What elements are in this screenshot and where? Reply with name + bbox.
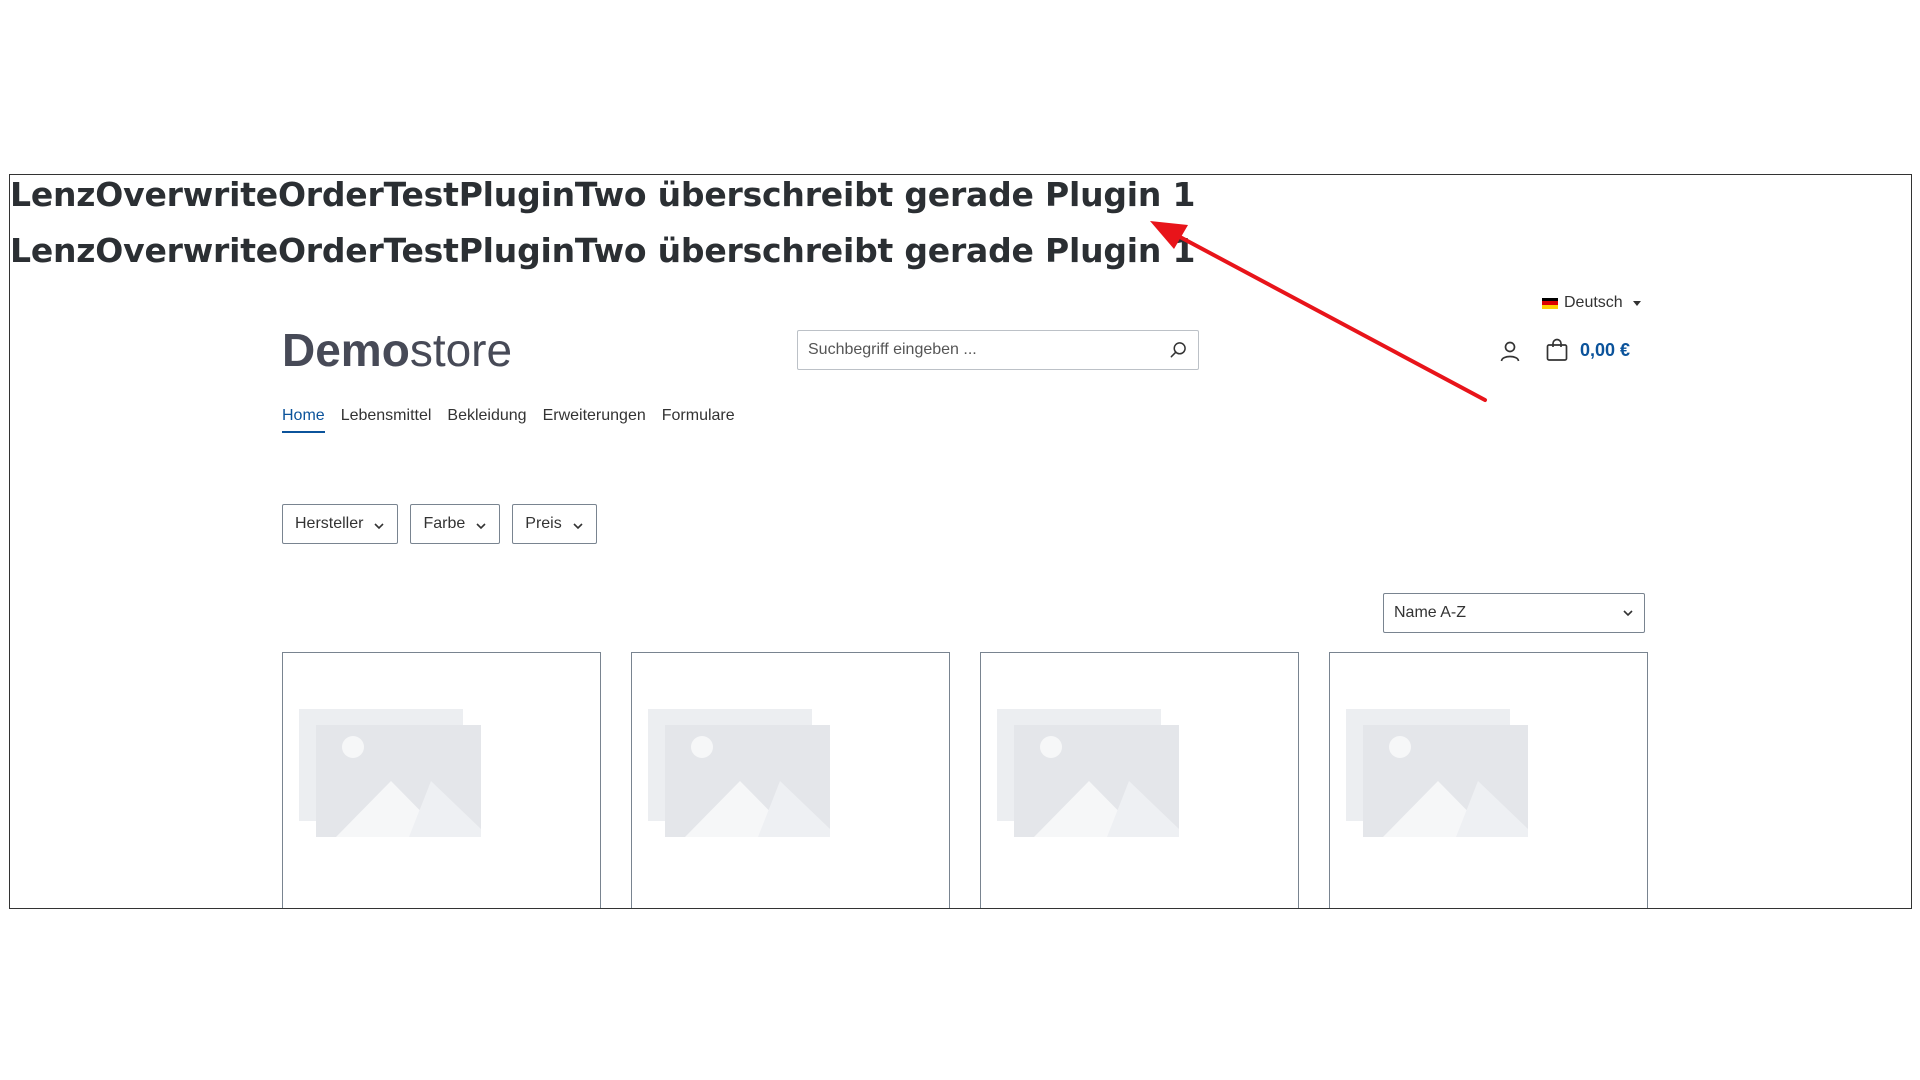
filter-farbe-button[interactable]: Farbe — [410, 504, 501, 544]
product-card[interactable] — [980, 652, 1299, 908]
sort-selected-value: Name A-Z — [1394, 604, 1467, 621]
nav-item-erweiterungen[interactable]: Erweiterungen — [543, 407, 646, 433]
nav-item-formulare[interactable]: Formulare — [662, 407, 735, 433]
filter-label: Preis — [525, 515, 562, 532]
product-card[interactable] — [282, 652, 601, 908]
nav-item-home[interactable]: Home — [282, 407, 325, 433]
nav-item-lebensmittel[interactable]: Lebensmittel — [341, 407, 432, 433]
product-listing — [282, 652, 1648, 908]
cart-total[interactable]: 0,00 € — [1580, 340, 1630, 361]
screenshot-frame: LenzOverwriteOrderTestPluginTwo überschr… — [9, 174, 1912, 909]
plugin-message-2: LenzOverwriteOrderTestPluginTwo überschr… — [10, 231, 1196, 270]
chevron-down-icon — [573, 523, 583, 530]
filter-preis-button[interactable]: Preis — [512, 504, 597, 544]
caret-down-icon — [1632, 300, 1641, 306]
cart-icon[interactable] — [1545, 338, 1569, 362]
flag-de-icon — [1542, 297, 1558, 309]
logo-light: store — [409, 324, 513, 376]
image-placeholder-icon — [648, 709, 830, 837]
search-bar — [797, 330, 1199, 370]
main-navigation: Home Lebensmittel Bekleidung Erweiterung… — [282, 407, 735, 433]
chevron-down-icon — [476, 523, 486, 530]
search-icon[interactable] — [1168, 340, 1188, 360]
filter-label: Hersteller — [295, 515, 364, 532]
store-logo[interactable]: Demostore — [282, 323, 512, 377]
filter-panel: Hersteller Farbe Preis — [282, 504, 597, 544]
chevron-down-icon — [1623, 610, 1633, 617]
image-placeholder-icon — [1346, 709, 1528, 837]
language-switcher[interactable]: Deutsch — [1542, 294, 1641, 312]
image-placeholder-icon — [997, 709, 1179, 837]
image-placeholder-icon — [299, 709, 481, 837]
plugin-message-1: LenzOverwriteOrderTestPluginTwo überschr… — [10, 175, 1196, 214]
language-label: Deutsch — [1564, 294, 1623, 311]
nav-item-bekleidung[interactable]: Bekleidung — [447, 407, 526, 433]
sort-select[interactable]: Name A-Z — [1383, 593, 1645, 633]
product-card[interactable] — [1329, 652, 1648, 908]
product-card[interactable] — [631, 652, 950, 908]
account-icon[interactable] — [1498, 339, 1522, 363]
search-input[interactable] — [808, 341, 1168, 359]
chevron-down-icon — [374, 523, 385, 530]
logo-bold: Demo — [282, 324, 410, 376]
filter-hersteller-button[interactable]: Hersteller — [282, 504, 399, 544]
filter-label: Farbe — [423, 515, 466, 532]
